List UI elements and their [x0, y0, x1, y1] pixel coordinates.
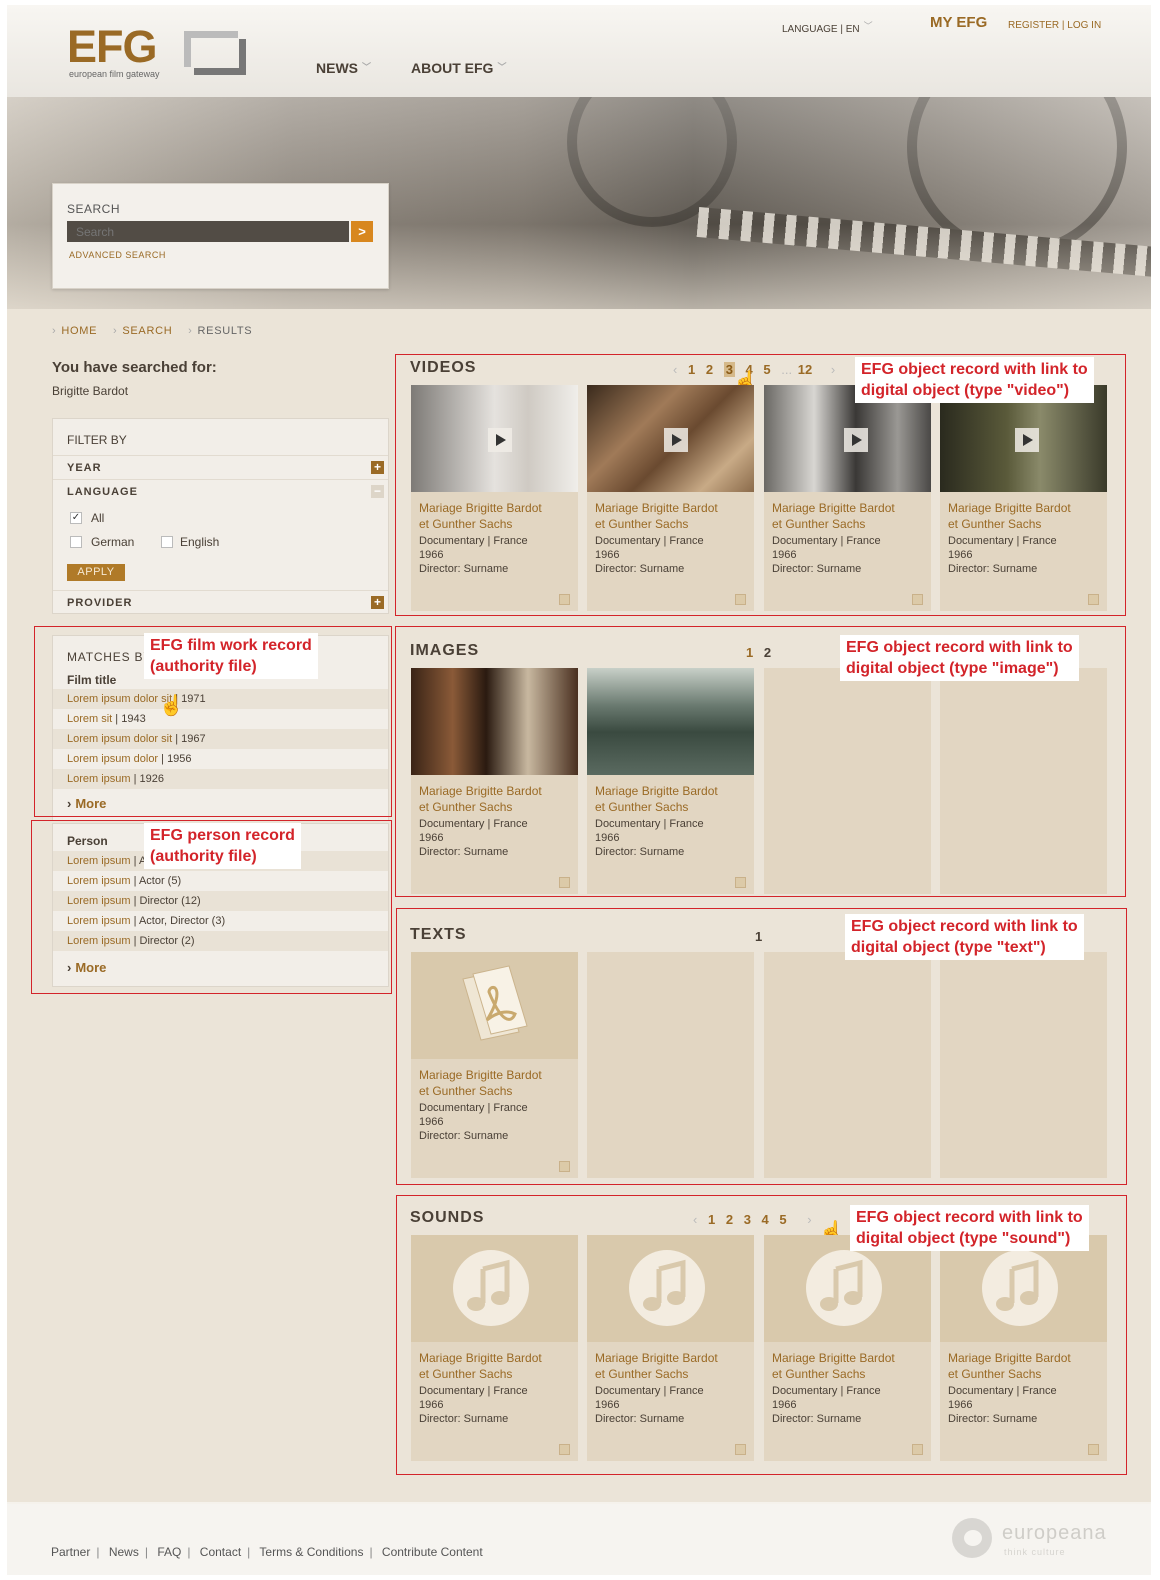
language-label: LANGUAGE | EN — [782, 24, 860, 35]
logo-subtitle: european film gateway — [69, 69, 160, 79]
checkbox-all[interactable]: ✓ — [70, 512, 82, 524]
searched-for-heading: You have searched for: — [52, 359, 217, 376]
filter-year-row[interactable]: YEAR + — [53, 455, 388, 479]
apply-button[interactable]: APPLY — [67, 564, 125, 581]
filter-title: FILTER BY — [67, 433, 127, 447]
chevron-down-icon: ﹀ — [863, 21, 873, 31]
advanced-search-link[interactable]: ADVANCED SEARCH — [69, 250, 166, 260]
filter-provider-label: PROVIDER — [67, 597, 133, 609]
annotation-sounds: EFG object record with link to digital ob… — [850, 1205, 1089, 1251]
my-efg-link[interactable]: MY EFG — [930, 14, 987, 31]
europeana-logo-icon — [952, 1518, 992, 1558]
search-box: SEARCH > ADVANCED SEARCH — [52, 183, 389, 289]
europeana-logo-word: europeana — [1002, 1522, 1107, 1544]
europeana-logo[interactable]: europeana think culture — [952, 1516, 1112, 1566]
footer-link-terms[interactable]: Terms & Conditions — [259, 1545, 363, 1559]
annotation-film: EFG film work record (authority file) — [144, 633, 318, 679]
language-selector[interactable]: LANGUAGE | EN ﹀ — [782, 19, 873, 35]
filter-language-label: LANGUAGE — [67, 486, 138, 498]
footer-link-contribute[interactable]: Contribute Content — [382, 1545, 483, 1559]
header: EFG european film gateway NEWS ﹀ ABOUT EF… — [7, 5, 1151, 97]
searched-term: Brigitte Bardot — [52, 384, 129, 398]
register-login-link[interactable]: REGISTER | LOG IN — [1008, 20, 1101, 31]
footer-link-faq[interactable]: FAQ — [157, 1545, 181, 1559]
nav-about[interactable]: ABOUT EFG ﹀ — [411, 60, 506, 76]
footer-link-news[interactable]: News — [109, 1545, 139, 1559]
footer: Partner | News | FAQ | Contact | Terms & Con… — [7, 1504, 1151, 1575]
expand-plus-icon[interactable]: + — [371, 596, 384, 609]
checkbox-english[interactable] — [161, 536, 173, 548]
chevron-right-icon: › — [52, 325, 57, 337]
logo-text: EFG — [67, 21, 158, 72]
filter-year-label: YEAR — [67, 462, 102, 474]
europeana-logo-sub: think culture — [1004, 1547, 1066, 1557]
breadcrumb: › HOME › SEARCH › RESULTS — [52, 325, 264, 337]
checkbox-german[interactable] — [70, 536, 82, 548]
filter-provider-row[interactable]: PROVIDER + — [53, 590, 388, 614]
chevron-right-icon: › — [188, 325, 193, 337]
efg-logo[interactable]: EFG european film gateway — [67, 21, 247, 85]
chevron-right-icon: › — [112, 325, 118, 337]
annotation-person: EFG person record (authority file) — [144, 823, 301, 869]
collapse-minus-icon[interactable]: − — [371, 485, 384, 498]
search-button[interactable]: > — [351, 221, 373, 242]
checkbox-english-label: English — [180, 535, 220, 549]
checkbox-all-label: All — [91, 511, 105, 525]
breadcrumb-home[interactable]: HOME — [61, 325, 97, 337]
annotation-videos: EFG object record with link to digital ob… — [855, 357, 1094, 403]
footer-links: Partner | News | FAQ | Contact | Terms & Con… — [51, 1545, 483, 1559]
nav-about-label: ABOUT EFG — [411, 60, 494, 76]
page: EFG european film gateway NEWS ﹀ ABOUT EF… — [7, 5, 1151, 1575]
annotation-texts: EFG object record with link to digital ob… — [845, 914, 1084, 960]
filter-panel: FILTER BY YEAR + LANGUAGE − ✓ All German… — [52, 418, 389, 614]
nav-news-label: NEWS — [316, 60, 358, 76]
search-input[interactable] — [67, 221, 349, 242]
footer-link-partner[interactable]: Partner — [51, 1545, 90, 1559]
hand-cursor-icon: ☝ — [159, 695, 184, 717]
chevron-down-icon: ﹀ — [362, 62, 372, 72]
annotation-images: EFG object record with link to digital ob… — [840, 635, 1079, 681]
breadcrumb-results: RESULTS — [197, 325, 253, 337]
breadcrumb-search[interactable]: SEARCH — [122, 325, 172, 337]
footer-link-contact[interactable]: Contact — [200, 1545, 241, 1559]
checkbox-german-label: German — [91, 535, 135, 549]
filter-language-row[interactable]: LANGUAGE − — [53, 479, 388, 503]
logo-mark-icon — [184, 31, 246, 75]
nav-news[interactable]: NEWS ﹀ — [316, 60, 371, 76]
search-label: SEARCH — [67, 202, 121, 216]
expand-plus-icon[interactable]: + — [371, 461, 384, 474]
chevron-down-icon: ﹀ — [497, 62, 507, 72]
